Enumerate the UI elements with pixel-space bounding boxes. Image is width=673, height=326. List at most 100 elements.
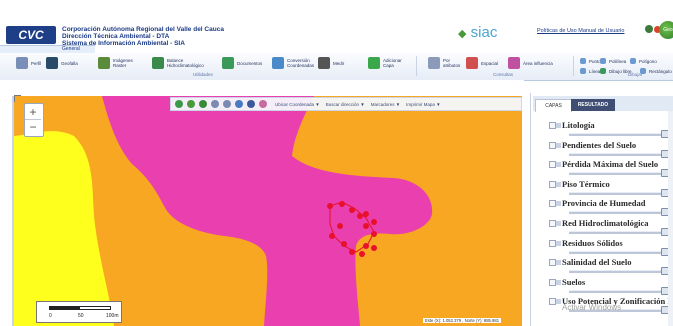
zoom-out-button[interactable]: − xyxy=(25,119,41,134)
toolbar-label: Rectángulo xyxy=(649,68,672,74)
layer-checkbox[interactable] xyxy=(549,220,556,227)
layer-legend-icon[interactable] xyxy=(556,123,561,128)
layer-checkbox[interactable] xyxy=(549,141,556,149)
layer-opacity-slider[interactable] xyxy=(569,270,665,274)
layer-label: Red Hidroclimatológica xyxy=(562,218,649,228)
selected-feature-point[interactable] xyxy=(349,249,355,255)
toolbar-button-add-layer[interactable]: Adicionar Capa xyxy=(368,53,402,73)
scale-label: 0 xyxy=(49,313,52,319)
map-canvas[interactable] xyxy=(14,96,522,326)
layer-item[interactable]: Provincia de Humedad xyxy=(549,198,673,218)
forward-icon[interactable] xyxy=(199,100,207,108)
layer-legend-icon[interactable] xyxy=(556,279,561,285)
toolbar-button-raster[interactable]: Imágenes Raster xyxy=(98,53,133,73)
layer-opacity-slider[interactable] xyxy=(569,152,665,156)
layer-opacity-slider[interactable] xyxy=(569,191,665,195)
layer-opacity-slider[interactable] xyxy=(569,231,665,234)
layer-legend-icon[interactable] xyxy=(556,260,561,266)
selected-feature-point[interactable] xyxy=(371,219,377,225)
bookmarks-menu[interactable]: Marcadores ▼ xyxy=(371,102,400,107)
selected-feature-point[interactable] xyxy=(337,223,343,229)
search-address-menu[interactable]: Buscar dirección ▼ xyxy=(326,102,365,107)
geo-globe-icon[interactable]: Geo xyxy=(659,21,673,39)
selected-feature-point[interactable] xyxy=(363,243,369,249)
layer-item[interactable]: Pérdida Máxima del Suelo xyxy=(549,159,673,179)
tab-resultado[interactable]: RESULTADO xyxy=(571,99,615,111)
layer-opacity-slider[interactable] xyxy=(569,289,665,293)
info-icon[interactable] xyxy=(645,25,653,33)
geofalla-icon xyxy=(46,57,58,69)
selected-feature-point[interactable] xyxy=(363,211,369,217)
layer-legend-icon[interactable] xyxy=(556,240,561,246)
layer-label: Residuos Sólidos xyxy=(562,237,623,248)
locate-coordinate-menu[interactable]: Ubicar Coordenada ▼ xyxy=(275,102,320,107)
policy-manual-links[interactable]: Políticas de Uso Manual de Usuario xyxy=(537,28,624,34)
back-icon[interactable] xyxy=(187,100,195,108)
toolbar-button-coordinates[interactable]: Conversión Coordenadas xyxy=(272,53,314,73)
tab-capas[interactable]: CAPAS xyxy=(535,99,572,112)
siac-logo[interactable]: ◆ siac xyxy=(458,24,497,41)
layer-item[interactable]: Red Hidroclimatológica xyxy=(549,218,673,238)
layer-legend-icon[interactable] xyxy=(556,181,561,187)
layer-item[interactable]: Litología xyxy=(549,120,673,140)
toolbar-button-attributes[interactable]: Por atributos xyxy=(428,53,460,73)
toolbar-button-rectangle[interactable]: Rectángulo xyxy=(640,61,672,81)
selected-feature-point[interactable] xyxy=(359,251,365,257)
toolbar-button-line[interactable]: Línea xyxy=(580,61,600,81)
layer-item[interactable]: Suelos xyxy=(549,277,673,297)
layer-item[interactable]: Residuos Sólidos xyxy=(549,238,673,258)
zoom-in-tool-icon[interactable] xyxy=(211,100,219,108)
toolbar-button-geofalla[interactable]: Geofalla xyxy=(46,53,78,73)
pan-icon[interactable] xyxy=(235,100,243,108)
layer-legend-icon[interactable] xyxy=(556,142,561,148)
layer-checkbox[interactable] xyxy=(549,122,556,129)
selected-feature-point[interactable] xyxy=(371,231,377,237)
layer-opacity-slider[interactable] xyxy=(569,172,665,176)
layer-opacity-slider[interactable] xyxy=(569,133,665,136)
toolbar-button-profile[interactable]: Perfil xyxy=(16,53,41,73)
toolbar-button-spatial[interactable]: Espacial xyxy=(466,53,498,73)
info-tool-icon[interactable] xyxy=(247,100,255,108)
cvc-logo[interactable]: CVC xyxy=(6,26,56,44)
layer-item[interactable]: Piso Térmico xyxy=(549,179,673,199)
layer-checkbox[interactable] xyxy=(549,239,556,247)
selected-feature-point[interactable] xyxy=(349,207,355,213)
layer-opacity-slider[interactable] xyxy=(569,211,665,215)
selected-feature-point[interactable] xyxy=(327,203,333,209)
zoom-out-tool-icon[interactable] xyxy=(223,100,231,108)
map-corner-icon[interactable] xyxy=(14,95,21,102)
selected-feature-point[interactable] xyxy=(357,213,363,219)
layer-checkbox[interactable] xyxy=(549,298,556,306)
panel-scrollbar[interactable] xyxy=(668,111,673,326)
coordinates-icon xyxy=(272,57,284,69)
selected-feature-point[interactable] xyxy=(341,241,347,247)
layer-item[interactable]: Salinidad del Suelo xyxy=(549,257,673,277)
eraser-icon[interactable] xyxy=(259,100,267,108)
org-name-line: Corporación Autónoma Regional del Valle … xyxy=(62,26,224,33)
toolbar-button-water-balance[interactable]: Balance Hidroclimatológico xyxy=(152,53,204,73)
toolbar-button-ruler[interactable]: Medir xyxy=(318,53,344,73)
layers-map-icon[interactable] xyxy=(175,100,183,108)
selected-feature-point[interactable] xyxy=(339,201,345,207)
toolbar-button-documents[interactable]: Documentos xyxy=(222,53,262,73)
selected-feature-point[interactable] xyxy=(363,223,369,229)
layer-legend-icon[interactable] xyxy=(556,299,561,305)
layer-opacity-slider[interactable] xyxy=(569,250,665,254)
layer-item[interactable]: Pendientes del Suelo xyxy=(549,140,673,160)
tab-general[interactable]: General xyxy=(62,46,80,52)
layer-legend-icon[interactable] xyxy=(556,221,561,226)
layer-legend-icon[interactable] xyxy=(556,162,561,168)
print-map-menu[interactable]: Imprimir Mapa ▼ xyxy=(406,102,440,107)
spatial-icon xyxy=(466,57,478,69)
layer-legend-icon[interactable] xyxy=(556,201,561,207)
zoom-in-button[interactable]: + xyxy=(25,104,41,120)
layer-checkbox[interactable] xyxy=(549,278,556,286)
selected-feature-point[interactable] xyxy=(329,233,335,239)
toolbar-button-influence[interactable]: Área influencia xyxy=(508,53,553,73)
layer-checkbox[interactable] xyxy=(549,259,556,267)
toolbar-button-freehand[interactable]: Dibujo libre xyxy=(600,61,632,81)
layer-checkbox[interactable] xyxy=(549,161,556,169)
layer-checkbox[interactable] xyxy=(549,200,556,208)
selected-feature-point[interactable] xyxy=(371,245,377,251)
layer-checkbox[interactable] xyxy=(549,180,556,188)
